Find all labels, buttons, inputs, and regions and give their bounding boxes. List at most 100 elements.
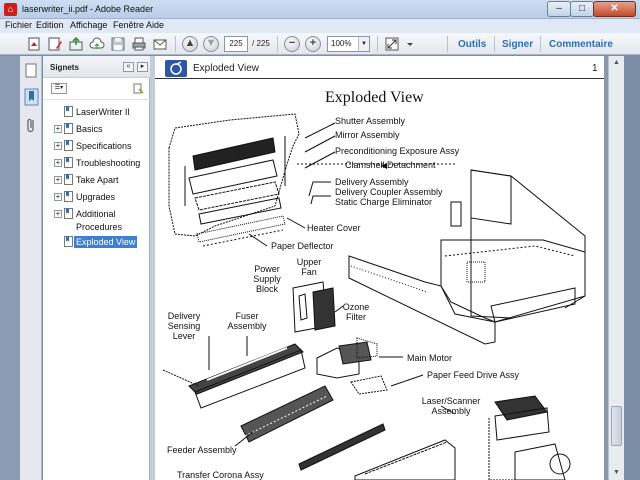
cloud-upload-icon[interactable] — [89, 36, 105, 52]
callout-fuser-1: Fuser — [235, 311, 259, 321]
scroll-up-icon[interactable]: ▲ — [609, 56, 624, 70]
close-button[interactable]: ✕ — [593, 1, 636, 17]
save-icon[interactable] — [110, 36, 126, 52]
expand-plus-icon[interactable]: + — [54, 210, 62, 218]
callout-paper-feed-drive: Paper Feed Drive Assy — [427, 370, 520, 380]
bookmark-icon — [64, 191, 73, 202]
callout-main-motor: Main Motor — [407, 353, 453, 363]
expand-plus-icon[interactable]: + — [54, 176, 62, 184]
toolbar: ▲ ▼ 225 / 225 − + 100% ▼ Outils Signer C… — [0, 33, 640, 55]
next-page-icon[interactable]: ▼ — [203, 36, 219, 52]
signer-button[interactable]: Signer — [502, 39, 533, 50]
callout-ozone-filter-1: Ozone — [342, 302, 370, 312]
maximize-button[interactable]: □ — [570, 1, 594, 17]
toolbar-separator — [277, 36, 278, 52]
bookmark-icon — [64, 236, 73, 247]
bookmark-item-troubleshooting[interactable]: + Troubleshooting — [43, 156, 150, 171]
collapse-panel-icon[interactable]: « — [123, 62, 134, 72]
callout-delivery-sensing-3: Lever — [172, 331, 196, 341]
chevron-down-icon[interactable]: ▼ — [358, 37, 369, 51]
zoom-out-icon[interactable]: − — [284, 36, 300, 52]
toolbar-separator — [494, 36, 495, 52]
bookmark-item-upgrades[interactable]: + Upgrades — [43, 190, 150, 205]
callout-power-supply-1: Power — [254, 264, 280, 274]
previous-page-icon[interactable]: ▲ — [182, 36, 198, 52]
bookmark-item-basics[interactable]: + Basics — [43, 122, 150, 137]
bookmarks-icon[interactable] — [23, 88, 39, 106]
callout-power-supply-3: Block — [255, 284, 278, 294]
email-icon[interactable] — [152, 36, 168, 52]
scrollbar-thumb[interactable] — [611, 406, 622, 446]
expand-plus-icon[interactable]: + — [54, 193, 62, 201]
callout-upper-fan-2: Fan — [301, 267, 317, 277]
share-icon[interactable] — [68, 36, 84, 52]
bookmark-label: Procedures — [76, 222, 123, 232]
commentaire-button[interactable]: Commentaire — [549, 39, 613, 50]
page-number-input[interactable]: 225 — [224, 36, 248, 52]
callout-laser-scanner-2: Assembly — [431, 406, 471, 416]
callout-mirror-assembly: Mirror Assembly — [335, 130, 400, 140]
outils-button[interactable]: Outils — [458, 39, 486, 50]
edit-pdf-icon[interactable] — [47, 36, 63, 52]
bookmark-item-specifications[interactable]: + Specifications — [43, 139, 150, 154]
bookmark-options-icon[interactable]: ☰▾ — [51, 83, 67, 94]
zoom-select[interactable]: 100% ▼ — [327, 36, 370, 52]
callout-upper-fan-1: Upper — [296, 257, 322, 267]
callout-fuser-2: Assembly — [227, 321, 267, 331]
expand-plus-icon[interactable]: + — [54, 159, 62, 167]
attachments-paperclip-icon[interactable] — [23, 116, 39, 134]
bookmark-icon — [64, 157, 73, 168]
bookmark-label: LaserWriter II — [76, 107, 130, 117]
callout-static-charge: Static Charge Eliminator — [335, 197, 433, 207]
bookmark-label: Additional — [76, 209, 116, 219]
page-thumbnails-icon[interactable] — [23, 62, 39, 80]
zoom-value: 100% — [331, 39, 352, 48]
callout-feeder-assembly: Feeder Assembly — [167, 445, 237, 455]
bookmarks-panel: Signets « ▸ ☰▾ LaserWriter II + Basics +… — [43, 56, 150, 480]
fit-page-icon[interactable] — [384, 36, 400, 52]
menu-affichage[interactable]: Affichage — [70, 20, 107, 30]
vertical-scrollbar[interactable]: ▲ ▼ — [608, 56, 624, 480]
callout-delivery-sensing-1: Delivery — [167, 311, 201, 321]
bookmarks-panel-header: Signets « ▸ — [43, 56, 150, 78]
bookmark-icon — [64, 174, 73, 185]
bookmark-item-take-apart[interactable]: + Take Apart — [43, 173, 150, 188]
pdf-page: Exploded View 1 Exploded View Shutter As… — [155, 56, 604, 480]
menu-edition[interactable]: Edition — [36, 20, 64, 30]
bookmark-label: Upgrades — [76, 192, 116, 202]
callout-delivery-assembly: Delivery Assembly — [335, 177, 409, 187]
bookmark-item-exploded-view[interactable]: Exploded View — [43, 235, 150, 250]
adobe-reader-icon: ⌂ — [4, 3, 17, 16]
more-tools-chevron-icon[interactable] — [402, 36, 413, 52]
menu-fenetre[interactable]: Fenêtre — [113, 20, 144, 30]
callout-clamshell-detachment: Clamshell Detachment — [345, 160, 436, 170]
document-viewport[interactable]: Exploded View 1 Exploded View Shutter As… — [155, 56, 608, 480]
navigation-pane-bar — [20, 56, 42, 480]
callout-delivery-coupler: Delivery Coupler Assembly — [335, 187, 443, 197]
page-total-label: / 225 — [252, 39, 270, 48]
zoom-in-icon[interactable]: + — [305, 36, 321, 52]
minimize-button[interactable]: – — [547, 1, 571, 17]
expand-plus-icon[interactable]: + — [54, 125, 62, 133]
panel-options-icon[interactable]: ▸ — [137, 62, 148, 72]
bookmark-label: Basics — [76, 124, 103, 134]
create-pdf-icon[interactable] — [26, 36, 42, 52]
scroll-down-icon[interactable]: ▼ — [609, 466, 624, 480]
menu-fichier[interactable]: Fichier — [5, 20, 32, 30]
bookmark-icon — [64, 140, 73, 151]
print-icon[interactable] — [131, 36, 147, 52]
bookmark-item-additional-procedures-line2[interactable]: Procedures — [43, 220, 150, 235]
menu-aide[interactable]: Aide — [146, 20, 164, 30]
window-frame — [0, 56, 20, 480]
callout-shutter-assembly: Shutter Assembly — [335, 116, 406, 126]
bookmarks-toolbar: ☰▾ — [43, 78, 150, 100]
window-frame-right — [624, 56, 640, 480]
expand-plus-icon[interactable]: + — [54, 142, 62, 150]
bookmarks-panel-title: Signets — [50, 63, 79, 72]
find-bookmark-icon[interactable] — [133, 83, 144, 94]
bookmark-item-laserwriter-ii[interactable]: LaserWriter II — [43, 105, 150, 120]
callout-heater-cover: Heater Cover — [307, 223, 361, 233]
callout-transfer-corona: Transfer Corona Assy — [177, 470, 264, 480]
bookmark-label: Specifications — [76, 141, 132, 151]
menu-bar: Fichier Edition Affichage Fenêtre Aide — [0, 19, 640, 33]
